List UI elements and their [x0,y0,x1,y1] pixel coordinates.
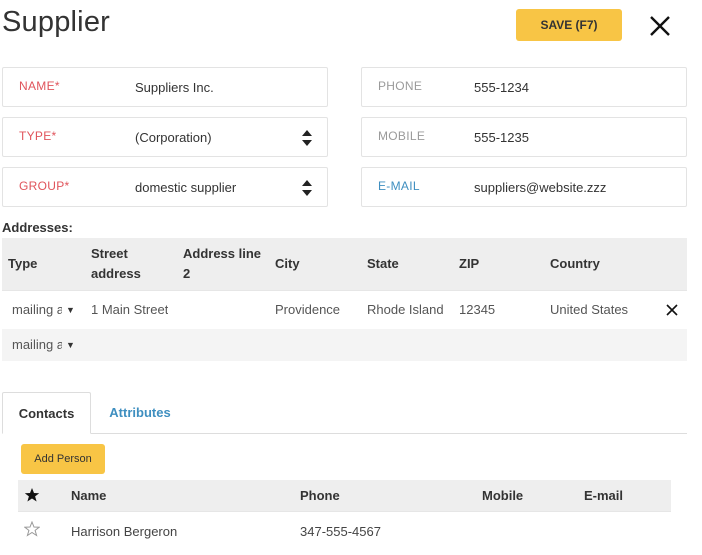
column-header-country: Country [550,256,600,271]
address-type-select[interactable]: mailing a [12,302,62,317]
name-label: NAME* [19,79,60,93]
contacts-header: Name Phone Mobile E-mail [18,480,671,511]
name-field[interactable]: NAME* Suppliers Inc. [2,67,328,107]
address-zip[interactable]: 12345 [459,302,495,317]
remove-row-icon[interactable] [665,303,679,317]
chevron-down-icon: ▼ [66,340,75,350]
sort-arrows-icon [302,180,312,196]
column-header-zip: ZIP [459,256,480,271]
column-header-name: Name [71,488,107,503]
address-state[interactable]: Rhode Island [367,302,444,317]
address-city[interactable]: Providence [275,302,340,317]
addresses-label: Addresses: [2,220,73,235]
type-select[interactable]: TYPE* (Corporation) [2,117,328,157]
new-address-row[interactable]: mailing a ▼ [2,329,687,361]
add-person-button[interactable]: Add Person [21,444,105,474]
close-icon[interactable] [646,12,674,40]
star-filled-icon[interactable] [24,487,40,503]
column-header-state: State [367,256,399,271]
phone-field[interactable]: PHONE 555-1234 [361,67,687,107]
column-header-mobile: Mobile [482,488,524,503]
tab-contacts[interactable]: Contacts [2,392,91,434]
group-value: domestic supplier [135,180,237,195]
page-title: Supplier [2,6,110,38]
email-value: suppliers@website.zzz [474,180,607,195]
phone-value: 555-1234 [474,80,529,95]
group-select[interactable]: GROUP* domestic supplier [2,167,328,207]
address-street[interactable]: 1 Main Street [91,302,168,317]
star-outline-icon[interactable] [24,521,40,537]
column-header-phone: Phone [300,488,340,503]
chevron-down-icon: ▼ [66,305,75,315]
email-label[interactable]: E-MAIL [378,179,420,193]
new-address-type-select[interactable]: mailing a [12,337,62,352]
contact-phone: 347-555-4567 [300,524,381,539]
contact-name[interactable]: Harrison Bergeron [71,524,177,539]
save-button[interactable]: SAVE (F7) [516,9,622,41]
type-value: (Corporation) [135,130,212,145]
column-header-city: City [275,256,300,271]
email-field[interactable]: E-MAIL suppliers@website.zzz [361,167,687,207]
column-header-type: Type [8,256,38,271]
mobile-value: 555-1235 [474,130,529,145]
phone-label: PHONE [378,79,423,93]
mobile-label: MOBILE [378,129,426,143]
name-value: Suppliers Inc. [135,80,214,95]
column-header-line2: Address line 2 [183,246,262,281]
sort-arrows-icon [302,130,312,146]
addresses-header: Type Street address Address line 2 City … [2,238,687,290]
group-label: GROUP* [19,179,70,193]
type-label: TYPE* [19,129,57,143]
column-header-street: Street address [91,246,141,281]
address-country[interactable]: United States [550,302,634,317]
table-row[interactable]: mailing a ▼ 1 Main Street Providence Rho… [2,290,687,329]
tab-attributes[interactable]: Attributes [96,392,184,434]
table-row[interactable]: Harrison Bergeron 347-555-4567 [18,511,671,551]
column-header-email: E-mail [584,488,624,503]
mobile-field[interactable]: MOBILE 555-1235 [361,117,687,157]
